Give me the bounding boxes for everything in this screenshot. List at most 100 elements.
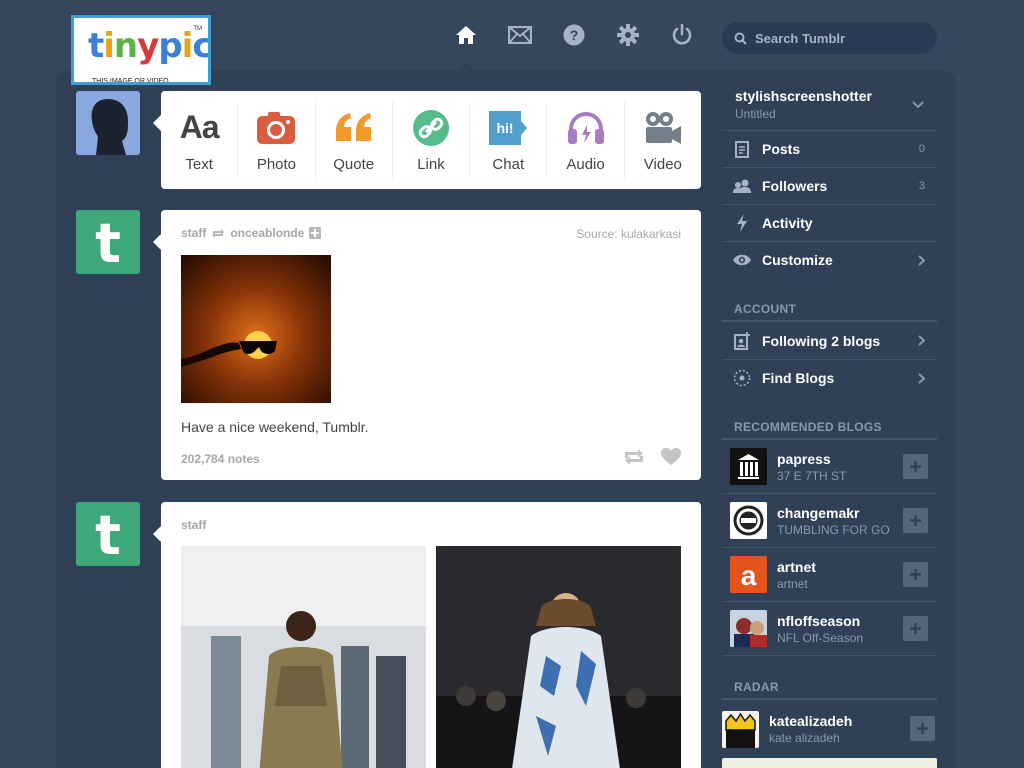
- post-type-quote[interactable]: Quote: [316, 101, 393, 179]
- reblog-icon[interactable]: [623, 448, 645, 466]
- sidebar-blog-name[interactable]: stylishscreenshotter: [735, 88, 872, 104]
- radar-post-preview[interactable]: [722, 758, 937, 768]
- blog-subtitle: 37 E 7TH ST: [777, 468, 847, 483]
- logo-caption: THIS IMAGE OR VIDEO: [92, 78, 169, 85]
- sidebar-item-posts[interactable]: Posts 0: [722, 130, 937, 167]
- sidebar-blog-subtitle: Untitled: [735, 107, 776, 121]
- posts-icon: [732, 140, 752, 158]
- gear-icon[interactable]: [616, 22, 640, 48]
- user-avatar[interactable]: [76, 91, 140, 155]
- followers-icon: [732, 179, 752, 193]
- recommended-blog[interactable]: papress 37 E 7TH ST: [722, 440, 937, 494]
- plus-icon: [910, 461, 921, 472]
- blog-name: papress: [777, 450, 831, 467]
- power-icon[interactable]: [670, 22, 694, 48]
- sidebar-item-following[interactable]: Following 2 blogs: [722, 322, 937, 359]
- post-type-text[interactable]: Aa Text: [161, 101, 239, 179]
- post-type-video[interactable]: Video: [625, 101, 701, 179]
- post-source[interactable]: Source: kulakarkasi: [576, 227, 681, 241]
- eye-icon: [732, 254, 752, 266]
- sidebar-item-find-blogs[interactable]: Find Blogs: [722, 359, 937, 396]
- svg-text:?: ?: [570, 27, 579, 43]
- chevron-right-icon: [918, 254, 925, 266]
- blog-avatar: [730, 448, 767, 485]
- chevron-right-icon: [918, 335, 925, 346]
- help-icon[interactable]: ?: [562, 22, 586, 48]
- reblog-icon: [212, 228, 225, 238]
- post-type-photo[interactable]: Photo: [238, 101, 316, 179]
- blog-subtitle: NFL Off-Season: [777, 630, 864, 645]
- compass-icon: [732, 369, 752, 387]
- blog-avatar: [730, 610, 767, 647]
- search-box[interactable]: [722, 22, 937, 54]
- post-photo[interactable]: [436, 546, 681, 768]
- staff-avatar[interactable]: t: [76, 502, 140, 566]
- account-heading: ACCOUNT: [734, 302, 797, 316]
- post-card: staff: [153, 502, 701, 768]
- link-icon: [412, 108, 449, 148]
- blog-avatar: [730, 502, 767, 539]
- post-photo[interactable]: [181, 546, 426, 768]
- blog-name: nfloffseason: [777, 612, 861, 629]
- svg-text:hi!: hi!: [497, 120, 514, 136]
- search-icon: [734, 32, 747, 45]
- post-header: staff: [181, 518, 206, 532]
- mail-icon[interactable]: [508, 22, 532, 48]
- post-photo[interactable]: [181, 255, 331, 403]
- follow-button[interactable]: [903, 508, 928, 533]
- home-icon[interactable]: [454, 22, 478, 48]
- blog-subtitle: kate alizadeh: [769, 731, 840, 745]
- camera-icon: [257, 108, 296, 148]
- headphones-icon: [567, 108, 605, 148]
- blog-avatar: a: [730, 556, 767, 593]
- blog-name: katealizadeh: [769, 713, 853, 729]
- quote-icon: [334, 108, 374, 148]
- follow-plus-icon[interactable]: [309, 227, 322, 239]
- follow-button[interactable]: [910, 716, 935, 741]
- blog-subtitle: TUMBLING FOR GO: [777, 522, 890, 537]
- chat-icon: hi!: [487, 108, 529, 148]
- text-icon: Aa: [179, 109, 220, 145]
- reblogged-from[interactable]: onceablonde: [230, 226, 304, 240]
- post-notes[interactable]: 202,784 notes: [181, 452, 260, 466]
- recommended-blog[interactable]: nfloffseason NFL Off-Season: [722, 602, 937, 656]
- posts-count: 0: [918, 143, 925, 155]
- follow-button[interactable]: [903, 454, 928, 479]
- follow-button[interactable]: [903, 562, 928, 587]
- sidebar-item-customize[interactable]: Customize: [722, 241, 937, 278]
- post-author[interactable]: staff: [181, 518, 206, 532]
- blog-name: changemakr: [777, 504, 860, 521]
- sidebar-item-activity[interactable]: Activity: [722, 204, 937, 241]
- staff-avatar[interactable]: t: [76, 210, 140, 274]
- heart-icon[interactable]: [661, 448, 681, 466]
- svg-text:t: t: [95, 504, 121, 566]
- recommended-heading: RECOMMENDED BLOGS: [734, 420, 882, 434]
- post-type-link[interactable]: Link: [393, 101, 471, 179]
- plus-icon: [910, 623, 921, 634]
- followers-count: 3: [918, 180, 925, 192]
- logo-wordmark: tinypic: [88, 26, 211, 66]
- plus-icon: [910, 569, 921, 580]
- active-nav-caret: [458, 62, 474, 70]
- tinypic-logo[interactable]: tinypic TM THIS IMAGE OR VIDEO: [71, 15, 211, 85]
- post-type-chat[interactable]: hi! Chat: [470, 101, 548, 179]
- sidebar-item-followers[interactable]: Followers 3: [722, 167, 937, 204]
- post-caption: Have a nice weekend, Tumblr.: [181, 419, 369, 435]
- recommended-blog[interactable]: changemakr TUMBLING FOR GO: [722, 494, 937, 548]
- post-card: staff onceablonde Source: kulakarkasi Ha…: [153, 210, 701, 480]
- recommended-blog[interactable]: a artnet artnet: [722, 548, 937, 602]
- top-nav: ?: [454, 22, 694, 48]
- post-author[interactable]: staff: [181, 226, 206, 240]
- radar-heading: RADAR: [734, 680, 779, 694]
- blog-avatar: [722, 710, 759, 748]
- search-input[interactable]: [755, 30, 925, 46]
- post-type-audio[interactable]: Audio: [547, 101, 625, 179]
- chevron-right-icon: [918, 372, 925, 384]
- chevron-down-icon[interactable]: [912, 101, 924, 109]
- blog-name: artnet: [777, 558, 816, 575]
- follow-button[interactable]: [903, 616, 928, 641]
- radar-blog[interactable]: katealizadeh kate alizadeh: [722, 702, 937, 756]
- plus-icon: [917, 723, 928, 734]
- svg-text:t: t: [95, 212, 121, 274]
- post-actions: [623, 448, 681, 466]
